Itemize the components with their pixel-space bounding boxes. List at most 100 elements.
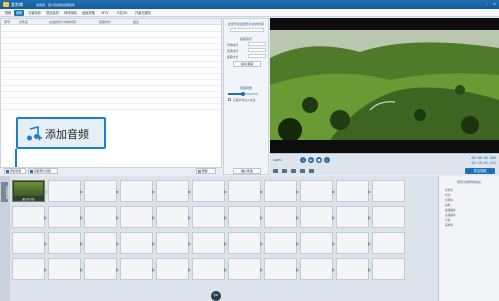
empty-slot[interactable] <box>224 258 261 280</box>
clip-thumbnail[interactable]: 最大的片段 <box>12 180 45 202</box>
empty-slot[interactable] <box>332 258 369 280</box>
empty-slot[interactable] <box>332 180 369 202</box>
add-audio-callout[interactable]: 添加音频 <box>16 117 106 149</box>
empty-slot[interactable] <box>188 258 225 280</box>
play-button[interactable]: ▶ <box>308 157 314 163</box>
tab-mtv[interactable]: MTV <box>98 10 112 16</box>
confirm-button[interactable]: 确认修改 <box>233 168 261 174</box>
preview-trim-button[interactable]: 试听/截取 <box>233 61 261 67</box>
table-row[interactable] <box>1 91 221 92</box>
empty-slot[interactable] <box>80 258 117 280</box>
empty-slot[interactable] <box>188 180 225 202</box>
empty-slot[interactable] <box>188 206 225 228</box>
empty-slot[interactable] <box>116 180 153 202</box>
tab-karaoke[interactable]: 卡拉OK <box>114 10 130 16</box>
share-icon[interactable] <box>309 169 314 173</box>
time-in-movie-field[interactable] <box>230 28 264 32</box>
table-row[interactable] <box>1 109 221 110</box>
tab-video[interactable]: 视频 <box>3 10 13 16</box>
empty-slot[interactable] <box>44 180 81 202</box>
table-row[interactable] <box>1 49 221 50</box>
tab-subtitle-effects[interactable]: 字幕特效 <box>26 10 43 16</box>
table-row[interactable] <box>1 43 221 44</box>
empty-slot[interactable] <box>224 206 261 228</box>
empty-slot[interactable] <box>332 232 369 254</box>
empty-slot[interactable] <box>12 232 45 254</box>
empty-slot[interactable] <box>224 232 261 254</box>
table-row[interactable] <box>1 61 221 62</box>
empty-slot[interactable] <box>368 258 405 280</box>
empty-slot[interactable] <box>296 258 333 280</box>
empty-slot[interactable] <box>368 232 405 254</box>
volume-slider-knob[interactable] <box>241 91 245 96</box>
end-time-field[interactable] <box>248 48 266 52</box>
stop-button[interactable]: ■ <box>316 157 322 163</box>
volume-slider[interactable] <box>228 91 258 96</box>
empty-slot[interactable] <box>80 206 117 228</box>
settings-icon[interactable] <box>300 169 305 173</box>
rewind-button[interactable]: « <box>300 157 306 163</box>
empty-slot[interactable] <box>368 180 405 202</box>
fullscreen-icon[interactable] <box>282 169 287 173</box>
empty-slot[interactable] <box>260 206 297 228</box>
minimize-button[interactable]: – <box>485 2 490 7</box>
section-time-in-movie: 此音乐在最终影片中的时间 <box>227 22 264 26</box>
arrow-icon <box>296 268 299 272</box>
empty-slot[interactable] <box>152 206 189 228</box>
arrow-icon <box>368 268 371 272</box>
delete-button[interactable]: 删除 <box>196 168 216 174</box>
empty-slot[interactable] <box>188 232 225 254</box>
table-row[interactable] <box>1 79 221 80</box>
empty-slot[interactable] <box>80 180 117 202</box>
scissors-icon[interactable]: ✂ <box>211 291 221 301</box>
tab-upgrade[interactable]: 升级与服务 <box>132 10 154 16</box>
empty-slot[interactable] <box>44 232 81 254</box>
duration-field[interactable] <box>248 54 266 58</box>
empty-slot[interactable] <box>260 232 297 254</box>
table-row[interactable] <box>1 67 221 68</box>
empty-slot[interactable] <box>368 206 405 228</box>
fade-checkbox[interactable] <box>228 98 231 101</box>
empty-slot[interactable] <box>224 180 261 202</box>
app-logo-icon <box>3 2 9 7</box>
empty-slot[interactable] <box>80 232 117 254</box>
table-row[interactable] <box>1 73 221 74</box>
tab-style[interactable]: 画面风格 <box>80 10 97 16</box>
empty-slot[interactable] <box>332 206 369 228</box>
empty-slot[interactable] <box>152 258 189 280</box>
empty-slot[interactable] <box>260 258 297 280</box>
forward-button[interactable]: » <box>324 157 330 163</box>
arrow-icon <box>116 242 119 246</box>
tab-overlay[interactable]: 叠加素材 <box>44 10 61 16</box>
empty-slot[interactable] <box>12 258 45 280</box>
extract-audio-button[interactable]: 提取原片音频 <box>28 168 58 174</box>
tab-transition[interactable]: 转场特效 <box>62 10 79 16</box>
empty-slot[interactable] <box>12 206 45 228</box>
table-row[interactable] <box>1 37 221 38</box>
empty-slot[interactable] <box>152 180 189 202</box>
video-preview[interactable] <box>270 18 499 153</box>
empty-slot[interactable] <box>116 206 153 228</box>
empty-slot[interactable] <box>44 258 81 280</box>
snapshot-icon[interactable] <box>273 169 278 173</box>
empty-slot[interactable] <box>296 232 333 254</box>
empty-slot[interactable] <box>296 206 333 228</box>
empty-slot[interactable] <box>44 206 81 228</box>
table-row[interactable] <box>1 31 221 32</box>
empty-slot[interactable] <box>116 258 153 280</box>
start-time-field[interactable] <box>248 42 266 46</box>
table-row[interactable] <box>1 97 221 98</box>
empty-slot[interactable] <box>260 180 297 202</box>
table-row[interactable] <box>1 55 221 56</box>
table-row[interactable] <box>1 85 221 86</box>
close-button[interactable]: × <box>492 2 497 7</box>
add-audio-button[interactable]: 添加音频 <box>4 168 26 174</box>
tab-audio[interactable]: 音频 <box>14 10 24 16</box>
empty-slot[interactable] <box>152 232 189 254</box>
table-row[interactable] <box>1 103 221 104</box>
folder-icon[interactable] <box>291 169 296 173</box>
properties-title: 所有分辨率的信息 <box>456 180 481 184</box>
empty-slot[interactable] <box>116 232 153 254</box>
empty-slot[interactable] <box>296 180 333 202</box>
export-video-button[interactable]: 导出视频 <box>465 168 495 174</box>
